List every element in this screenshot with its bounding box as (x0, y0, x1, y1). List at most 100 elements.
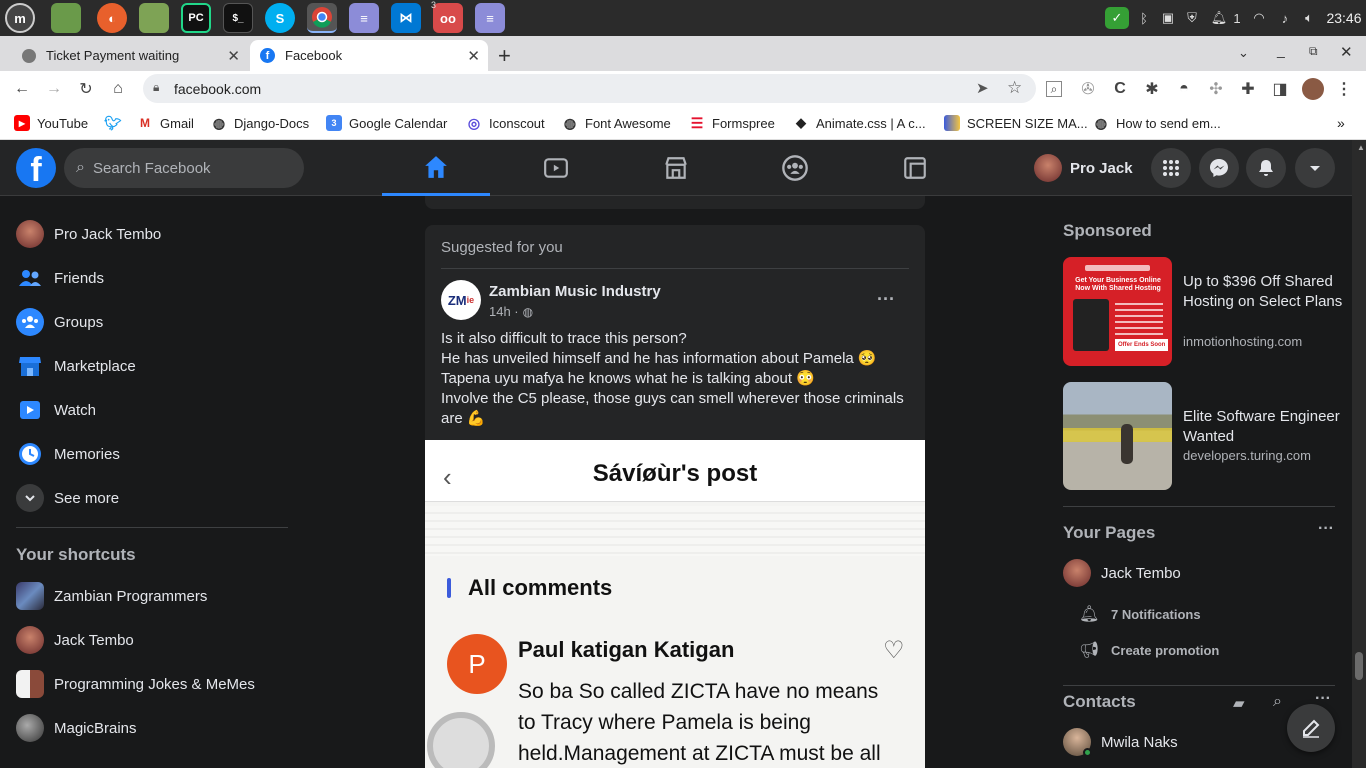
see-more-button[interactable]: See more (16, 476, 119, 520)
folder-icon[interactable] (139, 3, 169, 33)
notification-bell-icon[interactable]: 🔔︎ (1210, 9, 1228, 27)
bookmark-animate-css[interactable]: ◆ Animate.css | A c... (793, 114, 926, 132)
sidebar-item-groups[interactable]: Groups (16, 300, 103, 344)
clipboard-icon[interactable]: ▣ (1160, 9, 1176, 27)
chrome-icon[interactable] (307, 3, 337, 33)
messenger-button[interactable] (1199, 148, 1239, 188)
browser-menu-icon[interactable]: ⋮ (1334, 79, 1354, 99)
close-window-icon[interactable]: ✕ (1340, 43, 1353, 61)
page-item[interactable]: Jack Tembo (1063, 558, 1181, 588)
lock-icon[interactable]: 🔒︎ (153, 80, 159, 95)
files-icon[interactable] (51, 3, 81, 33)
bookmark-font-awesome[interactable]: ◍ Font Awesome (562, 114, 671, 132)
new-tab-icon[interactable]: + (498, 43, 511, 69)
post-author[interactable]: Zambian Music Industry (489, 283, 661, 300)
text-editor-icon[interactable]: ≡ (349, 3, 379, 33)
bookmark-screen-size[interactable]: SCREEN SIZE MA... (944, 114, 1088, 132)
clock[interactable]: 23:46 (1324, 9, 1364, 27)
nav-marketplace[interactable] (622, 140, 730, 196)
more-options-icon[interactable]: ··· (877, 289, 895, 310)
sponsored-ad[interactable]: Get Your Business Online Now With Shared… (1063, 257, 1349, 367)
back-icon[interactable]: ← (12, 79, 32, 99)
extension-search-icon[interactable]: ⌕ (1046, 81, 1062, 97)
sidebar-item-memories[interactable]: Memories (16, 432, 120, 476)
bookmark-star-icon[interactable]: ☆ (1007, 78, 1022, 98)
page-scrollbar[interactable]: ▲ (1352, 140, 1366, 768)
bookmark-youtube[interactable]: ▶ YouTube (14, 114, 88, 132)
search-contacts-icon[interactable]: ⌕ (1273, 693, 1282, 711)
bookmark-formspree[interactable]: ☰ Formspree (689, 114, 775, 132)
vscode-icon[interactable]: ⋈ (391, 3, 421, 33)
bookmark-gmail[interactable]: M Gmail (137, 114, 194, 132)
nav-watch[interactable] (502, 140, 610, 196)
forward-icon[interactable]: → (44, 79, 64, 99)
bookmark-twitter[interactable]: 🐦︎ (104, 114, 128, 132)
account-button[interactable] (1295, 148, 1335, 188)
nav-home[interactable] (382, 140, 490, 196)
wifi-icon[interactable]: ◠ (1250, 9, 1268, 27)
post-time[interactable]: 14h · (489, 304, 519, 319)
bluetooth-icon[interactable]: ᛒ (1137, 9, 1151, 27)
skype-icon[interactable]: S (265, 3, 295, 33)
address-bar[interactable]: 🔒︎ facebook.com ➤ ☆ (143, 74, 1036, 103)
scrollbar-thumb[interactable] (1355, 652, 1363, 680)
tab-ticket-payment[interactable]: Ticket Payment waiting ✕ (12, 40, 248, 71)
notifications-button[interactable] (1246, 148, 1286, 188)
shield-icon[interactable]: ⛨ (1184, 9, 1200, 27)
menu-button[interactable] (1151, 148, 1191, 188)
shortcut-item[interactable]: Zambian Programmers (16, 574, 207, 618)
notes-icon[interactable]: ≡ (475, 3, 505, 33)
sidebar-item-watch[interactable]: Watch (16, 388, 96, 432)
extensions-icon[interactable]: ✚ (1238, 79, 1258, 99)
send-icon[interactable]: ➤ (976, 79, 989, 97)
new-message-button[interactable] (1287, 704, 1335, 752)
bookmark-how-to-send[interactable]: ◍ How to send em... (1093, 114, 1221, 132)
restore-icon[interactable]: ⧉ (1309, 44, 1318, 59)
reload-icon[interactable]: ↻ (76, 79, 96, 99)
extension-puzzle-gray-icon[interactable]: ✣ (1206, 79, 1226, 99)
search-facebook-input[interactable]: ⌕ Search Facebook (64, 148, 304, 188)
home-icon[interactable]: ⌂ (108, 79, 128, 99)
mint-menu-icon[interactable]: m (5, 3, 35, 33)
glasses-icon[interactable]: oo (433, 3, 463, 33)
extension-incognito-icon[interactable]: ◓ (1174, 79, 1194, 99)
extension-c-icon[interactable]: C (1110, 79, 1130, 99)
bookmark-google-calendar[interactable]: 3 Google Calendar (326, 114, 447, 132)
shortcut-item[interactable]: Jack Tembo (16, 618, 134, 662)
profile-button[interactable]: Pro Jack (1030, 150, 1133, 186)
create-promotion[interactable]: 📢︎ Create promotion (1079, 640, 1219, 660)
music-icon[interactable]: ♪ (1277, 9, 1293, 27)
contact-item[interactable]: Mwila Naks (1063, 727, 1178, 757)
shortcut-item[interactable]: MagicBrains (16, 706, 137, 750)
tab-search-icon[interactable]: ⌄ (1238, 45, 1249, 61)
sidebar-item-marketplace[interactable]: Marketplace (16, 344, 136, 388)
more-bookmarks-icon[interactable]: » (1337, 114, 1345, 132)
terminal-icon[interactable]: $_ (223, 3, 253, 33)
close-tab-icon[interactable]: ✕ (467, 47, 480, 65)
update-check-icon[interactable]: ✓ (1105, 7, 1129, 29)
sidebar-item-friends[interactable]: Friends (16, 256, 104, 300)
url-text[interactable]: facebook.com (174, 81, 261, 97)
close-tab-icon[interactable]: ✕ (227, 47, 240, 65)
profile-avatar[interactable] (1302, 78, 1324, 100)
new-room-video-icon[interactable]: ▰ (1233, 694, 1245, 712)
extension-bug-icon[interactable]: ✱ (1142, 79, 1162, 99)
bookmark-django-docs[interactable]: ◍ Django-Docs (211, 114, 309, 132)
nav-gaming[interactable] (861, 140, 969, 196)
volume-icon[interactable]: 🔈︎ (1300, 9, 1318, 27)
bookmark-iconscout[interactable]: ◎ Iconscout (466, 114, 545, 132)
extension-settings-icon[interactable]: ✇ (1078, 79, 1098, 99)
sidebar-item-profile[interactable]: Pro Jack Tembo (16, 212, 161, 256)
sponsored-ad[interactable]: Elite Software Engineer Wanted developer… (1063, 382, 1349, 492)
nav-groups[interactable] (741, 140, 849, 196)
firefox-icon[interactable]: ◐ (97, 3, 127, 33)
post-image[interactable]: ‹ Sávíøùr's post All comments P Paul kat… (425, 440, 925, 768)
pycharm-icon[interactable]: PC (181, 3, 211, 33)
pages-more-icon[interactable]: ··· (1318, 520, 1334, 538)
page-avatar[interactable]: ZM ie (441, 280, 481, 320)
scroll-up-arrow-icon[interactable]: ▲ (1357, 143, 1365, 152)
minimize-icon[interactable]: _ (1277, 42, 1285, 58)
side-panel-icon[interactable]: ◨ (1270, 79, 1290, 99)
facebook-logo[interactable]: f (16, 148, 56, 188)
shortcut-item[interactable]: Programming Jokes & MeMes (16, 662, 255, 706)
